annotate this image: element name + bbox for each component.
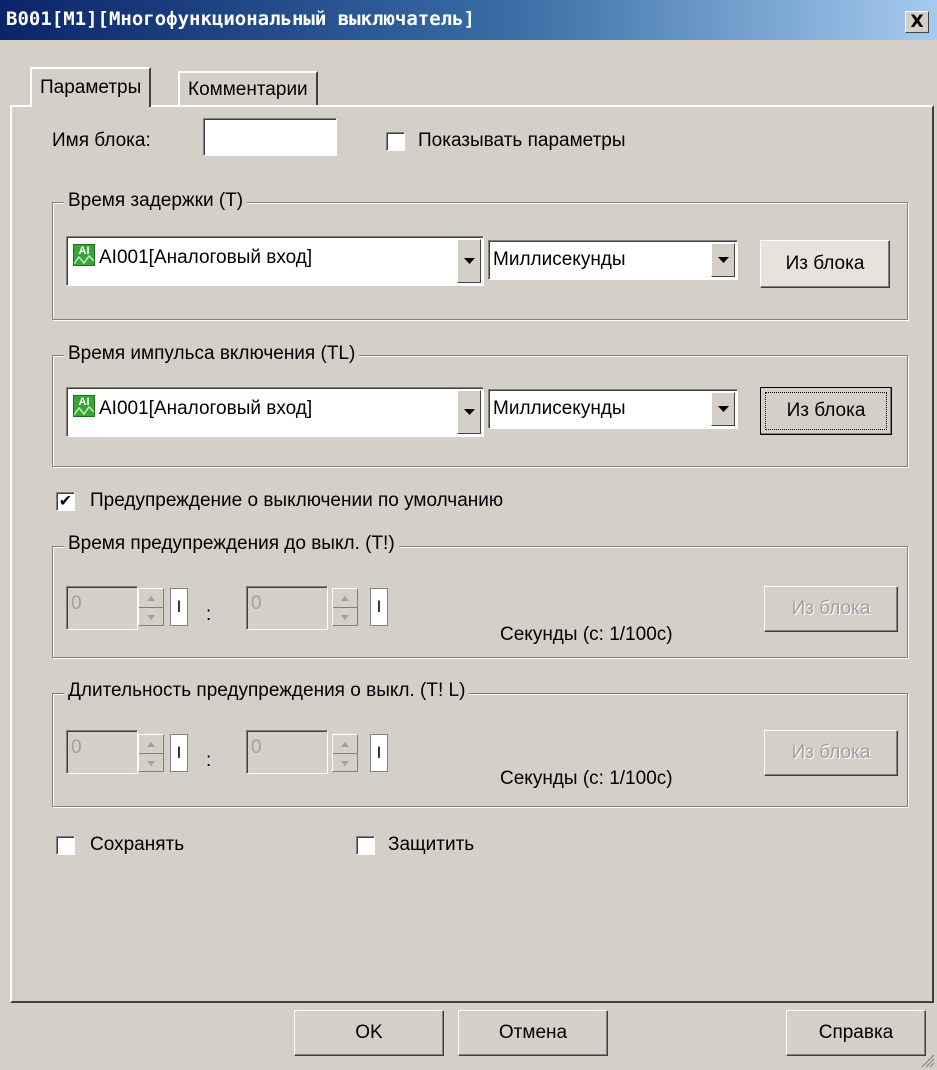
delay-source-value: AI001[Аналоговый вход]: [99, 247, 313, 268]
analog-input-icon: AI: [73, 244, 95, 266]
warning-time-unit-label: Секунды (с: 1/100с): [500, 624, 673, 645]
warning-time-seconds-bar-label: I: [176, 597, 182, 616]
pulse-time-group-title: Время импульса включения (TL): [64, 343, 360, 365]
protect-checkbox[interactable]: [356, 836, 375, 855]
warning-time-seconds-bar-button[interactable]: I: [170, 588, 188, 626]
warning-time-hundredths-input[interactable]: 0: [246, 586, 328, 630]
block-name-label: Имя блока:: [52, 130, 151, 151]
delay-unit-dropdown-button[interactable]: [711, 243, 735, 277]
warning-duration-colon: :: [206, 750, 212, 771]
spin-down-icon: [333, 754, 357, 772]
block-name-input[interactable]: [203, 118, 337, 156]
warning-time-seconds-spinner[interactable]: [138, 588, 164, 626]
warning-time-hundredths-bar-label: I: [376, 597, 382, 616]
warning-duration-seconds-value: 0: [71, 737, 82, 758]
delay-time-group-title: Время задержки (T): [64, 190, 248, 212]
warning-duration-seconds-spinner[interactable]: [138, 734, 164, 772]
tab-parameters-label: Параметры: [40, 77, 142, 98]
chevron-down-icon: [463, 257, 475, 264]
chevron-down-icon: [463, 408, 475, 415]
pulse-source-value: AI001[Аналоговый вход]: [99, 398, 313, 419]
pulse-unit-select[interactable]: Миллисекунды: [488, 389, 738, 429]
warning-time-hundredths-bar-button[interactable]: I: [370, 588, 388, 626]
parameters-content: Имя блока: Показывать параметры Время за…: [0, 0, 937, 1070]
show-params-checkbox[interactable]: [386, 132, 405, 151]
spin-up-icon: [139, 589, 163, 607]
warning-duration-seconds-input[interactable]: 0: [66, 730, 138, 774]
warning-duration-hundredths-input[interactable]: 0: [246, 730, 328, 774]
warning-time-from-block-button[interactable]: Из блока: [764, 586, 898, 632]
warning-time-seconds-input[interactable]: 0: [66, 586, 138, 630]
warning-duration-hundredths-value: 0: [251, 737, 262, 758]
pulse-from-block-button[interactable]: Из блока: [760, 387, 892, 435]
pulse-unit-dropdown-button[interactable]: [711, 392, 735, 426]
chevron-down-icon: [717, 405, 729, 412]
warning-duration-from-block-label: Из блока: [791, 742, 871, 763]
warning-duration-seconds-bar-button[interactable]: I: [170, 734, 188, 772]
spin-up-icon: [333, 589, 357, 607]
warning-duration-from-block-button[interactable]: Из блока: [764, 730, 898, 776]
spin-up-icon: [333, 735, 357, 753]
spin-down-icon: [139, 754, 163, 772]
warning-default-label: Предупреждение о выключении по умолчанию: [90, 490, 504, 511]
chevron-down-icon: [717, 256, 729, 263]
pulse-source-select[interactable]: AI AI001[Аналоговый вход]: [66, 387, 484, 437]
show-params-label: Показывать параметры: [418, 130, 626, 151]
delay-unit-select[interactable]: Миллисекунды: [488, 240, 738, 280]
warning-time-colon: :: [206, 604, 212, 625]
analog-input-icon: AI: [73, 395, 95, 417]
warning-time-from-block-label: Из блока: [791, 598, 871, 619]
delay-from-block-label: Из блока: [785, 253, 865, 274]
delay-source-select[interactable]: AI AI001[Аналоговый вход]: [66, 236, 484, 286]
warning-duration-hundredths-spinner[interactable]: [332, 734, 358, 772]
warning-time-seconds-value: 0: [71, 593, 82, 614]
pulse-source-dropdown-button[interactable]: [457, 390, 481, 434]
retentive-checkbox[interactable]: [56, 836, 75, 855]
warning-time-hundredths-value: 0: [251, 593, 262, 614]
warning-default-checkbox[interactable]: ✔: [56, 492, 75, 511]
retentive-label: Сохранять: [90, 834, 185, 855]
warning-duration-unit-label: Секунды (с: 1/100с): [500, 768, 673, 789]
spin-down-icon: [139, 608, 163, 626]
spin-up-icon: [139, 735, 163, 753]
delay-unit-value: Миллисекунды: [493, 249, 626, 270]
delay-source-dropdown-button[interactable]: [457, 239, 481, 283]
delay-from-block-button[interactable]: Из блока: [760, 240, 890, 288]
pulse-unit-value: Миллисекунды: [493, 398, 626, 419]
tab-parameters[interactable]: Параметры: [30, 67, 152, 107]
spin-down-icon: [333, 608, 357, 626]
check-mark-icon: ✔: [58, 492, 73, 510]
focus-ring: [765, 392, 887, 430]
warning-duration-hundredths-bar-button[interactable]: I: [370, 734, 388, 772]
warning-duration-group-title: Длительность предупреждения о выкл. (T! …: [64, 680, 470, 702]
warning-time-group-title: Время предупреждения до выкл. (T!): [64, 533, 399, 555]
warning-duration-seconds-bar-label: I: [176, 743, 182, 762]
warning-time-hundredths-spinner[interactable]: [332, 588, 358, 626]
warning-duration-hundredths-bar-label: I: [376, 743, 382, 762]
protect-label: Защитить: [388, 834, 475, 855]
